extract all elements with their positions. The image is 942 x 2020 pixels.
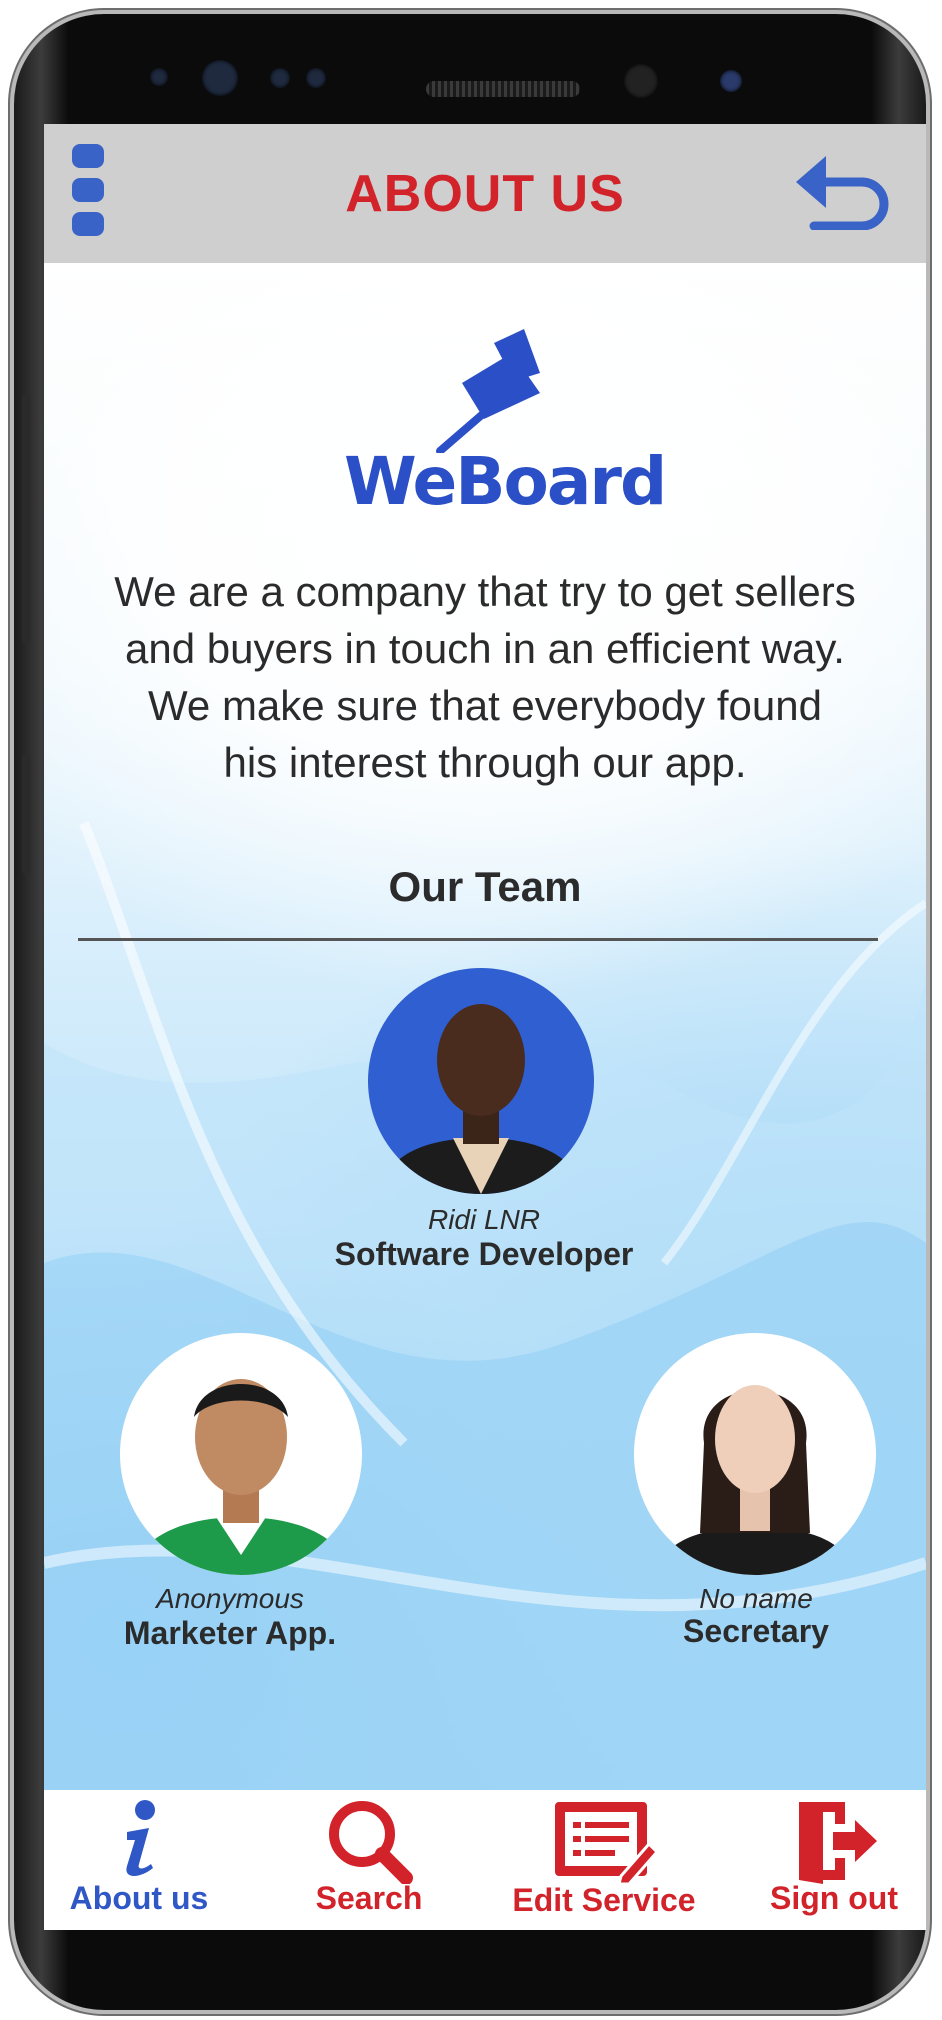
- nav-item-search[interactable]: Search: [274, 1790, 464, 1930]
- about-line: We make sure that everybody found: [148, 682, 822, 729]
- team-member-card: Ridi LNR Software Developer: [304, 968, 664, 1288]
- nav-label: Search: [315, 1880, 423, 1916]
- about-line: We are a company that try to get sellers: [114, 568, 856, 615]
- app-bar: ABOUT US: [44, 124, 926, 263]
- about-content: WeBoard We are a company that try to get…: [44, 263, 926, 1790]
- sign-out-icon: [799, 1802, 877, 1884]
- weboard-logo: WeBoard: [344, 323, 667, 523]
- front-camera-icon: [202, 60, 238, 96]
- member-name: No name: [699, 1583, 813, 1614]
- sensor-dot: [270, 68, 290, 88]
- nav-item-edit-service[interactable]: Edit Service: [504, 1790, 704, 1930]
- sensor-dot: [306, 68, 326, 88]
- member-role: Marketer App.: [123, 1615, 337, 1651]
- team-divider: [78, 938, 878, 941]
- logo-text: WeBoard: [344, 443, 667, 520]
- edit-service-icon: [555, 1802, 659, 1884]
- nav-label: Edit Service: [512, 1882, 696, 1918]
- team-member-card: No name Secretary: [606, 1333, 906, 1663]
- nav-item-sign-out[interactable]: Sign out: [744, 1790, 924, 1930]
- avatar: [634, 1333, 876, 1575]
- about-line: his interest through our app.: [223, 739, 747, 786]
- info-icon: [126, 1800, 155, 1876]
- team-member-card: Anonymous Marketer App.: [80, 1333, 380, 1663]
- member-role: Software Developer: [334, 1236, 634, 1272]
- member-name: Anonymous: [156, 1583, 304, 1614]
- back-icon[interactable]: [792, 150, 892, 230]
- search-icon: [329, 1801, 413, 1884]
- bottom-navigation: About us Search Edit Service Sign out: [44, 1790, 926, 1930]
- phone-frame: ABOUT US WeBoard We are a company that t…: [14, 14, 926, 2010]
- sensor-dot: [150, 68, 168, 86]
- volume-button: [22, 394, 30, 644]
- avatar: [120, 1333, 362, 1575]
- bixby-button: [22, 754, 30, 874]
- earpiece-speaker: [426, 81, 580, 97]
- nav-item-about-us[interactable]: About us: [44, 1790, 234, 1930]
- member-name: Ridi LNR: [427, 1204, 541, 1235]
- nav-label: About us: [69, 1880, 209, 1916]
- front-camera-icon: [624, 64, 658, 98]
- member-role: Secretary: [683, 1613, 829, 1649]
- team-heading: Our Team: [388, 863, 582, 910]
- about-line: and buyers in touch in an efficient way.: [125, 625, 845, 672]
- nav-label: Sign out: [770, 1880, 898, 1916]
- pushpin-icon: [436, 329, 540, 455]
- about-description: We are a company that try to get sellers…: [64, 563, 906, 791]
- sensor-dot: [720, 70, 742, 92]
- avatar: [368, 968, 594, 1194]
- app-screen: ABOUT US WeBoard We are a company that t…: [44, 124, 926, 1930]
